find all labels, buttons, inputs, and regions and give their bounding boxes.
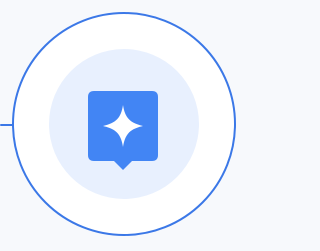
spotlight-stage	[0, 0, 244, 251]
sparkle-chat-bubble-icon[interactable]	[88, 91, 158, 171]
sparkle-bubble-svg	[88, 91, 158, 170]
